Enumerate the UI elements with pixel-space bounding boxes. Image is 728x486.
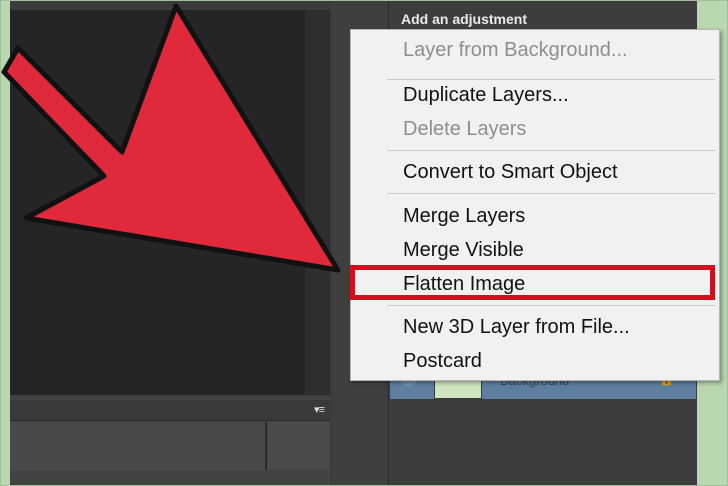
panel-menu-icon[interactable]: ▾≡ xyxy=(314,403,325,416)
menu-separator xyxy=(387,305,715,306)
menu-item-merge-layers[interactable]: Merge Layers xyxy=(351,201,719,231)
document-canvas[interactable] xyxy=(10,10,330,395)
menu-separator xyxy=(387,150,715,151)
menu-separator xyxy=(387,193,715,194)
menu-item-duplicate-layers[interactable]: Duplicate Layers... xyxy=(351,80,719,110)
menu-item-convert-to-smart-object[interactable]: Convert to Smart Object xyxy=(351,157,719,187)
menu-item-merge-visible[interactable]: Merge Visible xyxy=(351,235,719,265)
adjustments-panel-title: Add an adjustment xyxy=(401,11,528,27)
menu-item-postcard[interactable]: Postcard xyxy=(351,346,719,376)
background-border-left xyxy=(0,0,10,486)
bottom-panel-cell xyxy=(268,422,330,470)
menu-item-delete-layers: Delete Layers xyxy=(403,118,527,140)
bottom-panel-cell xyxy=(10,422,267,470)
layer-context-menu: Layer from Background... Duplicate Layer… xyxy=(350,29,720,381)
menu-item-flatten-image[interactable]: Flatten Image xyxy=(351,269,719,299)
canvas-vertical-scrollbar[interactable] xyxy=(305,10,330,395)
bottom-panel: ▾≡ xyxy=(10,396,330,486)
bottom-panel-header: ▾≡ xyxy=(10,400,330,421)
menu-item-new-3d-layer-from-file[interactable]: New 3D Layer from File... xyxy=(351,312,719,342)
menu-item-layer-from-background: Layer from Background... xyxy=(403,39,628,61)
